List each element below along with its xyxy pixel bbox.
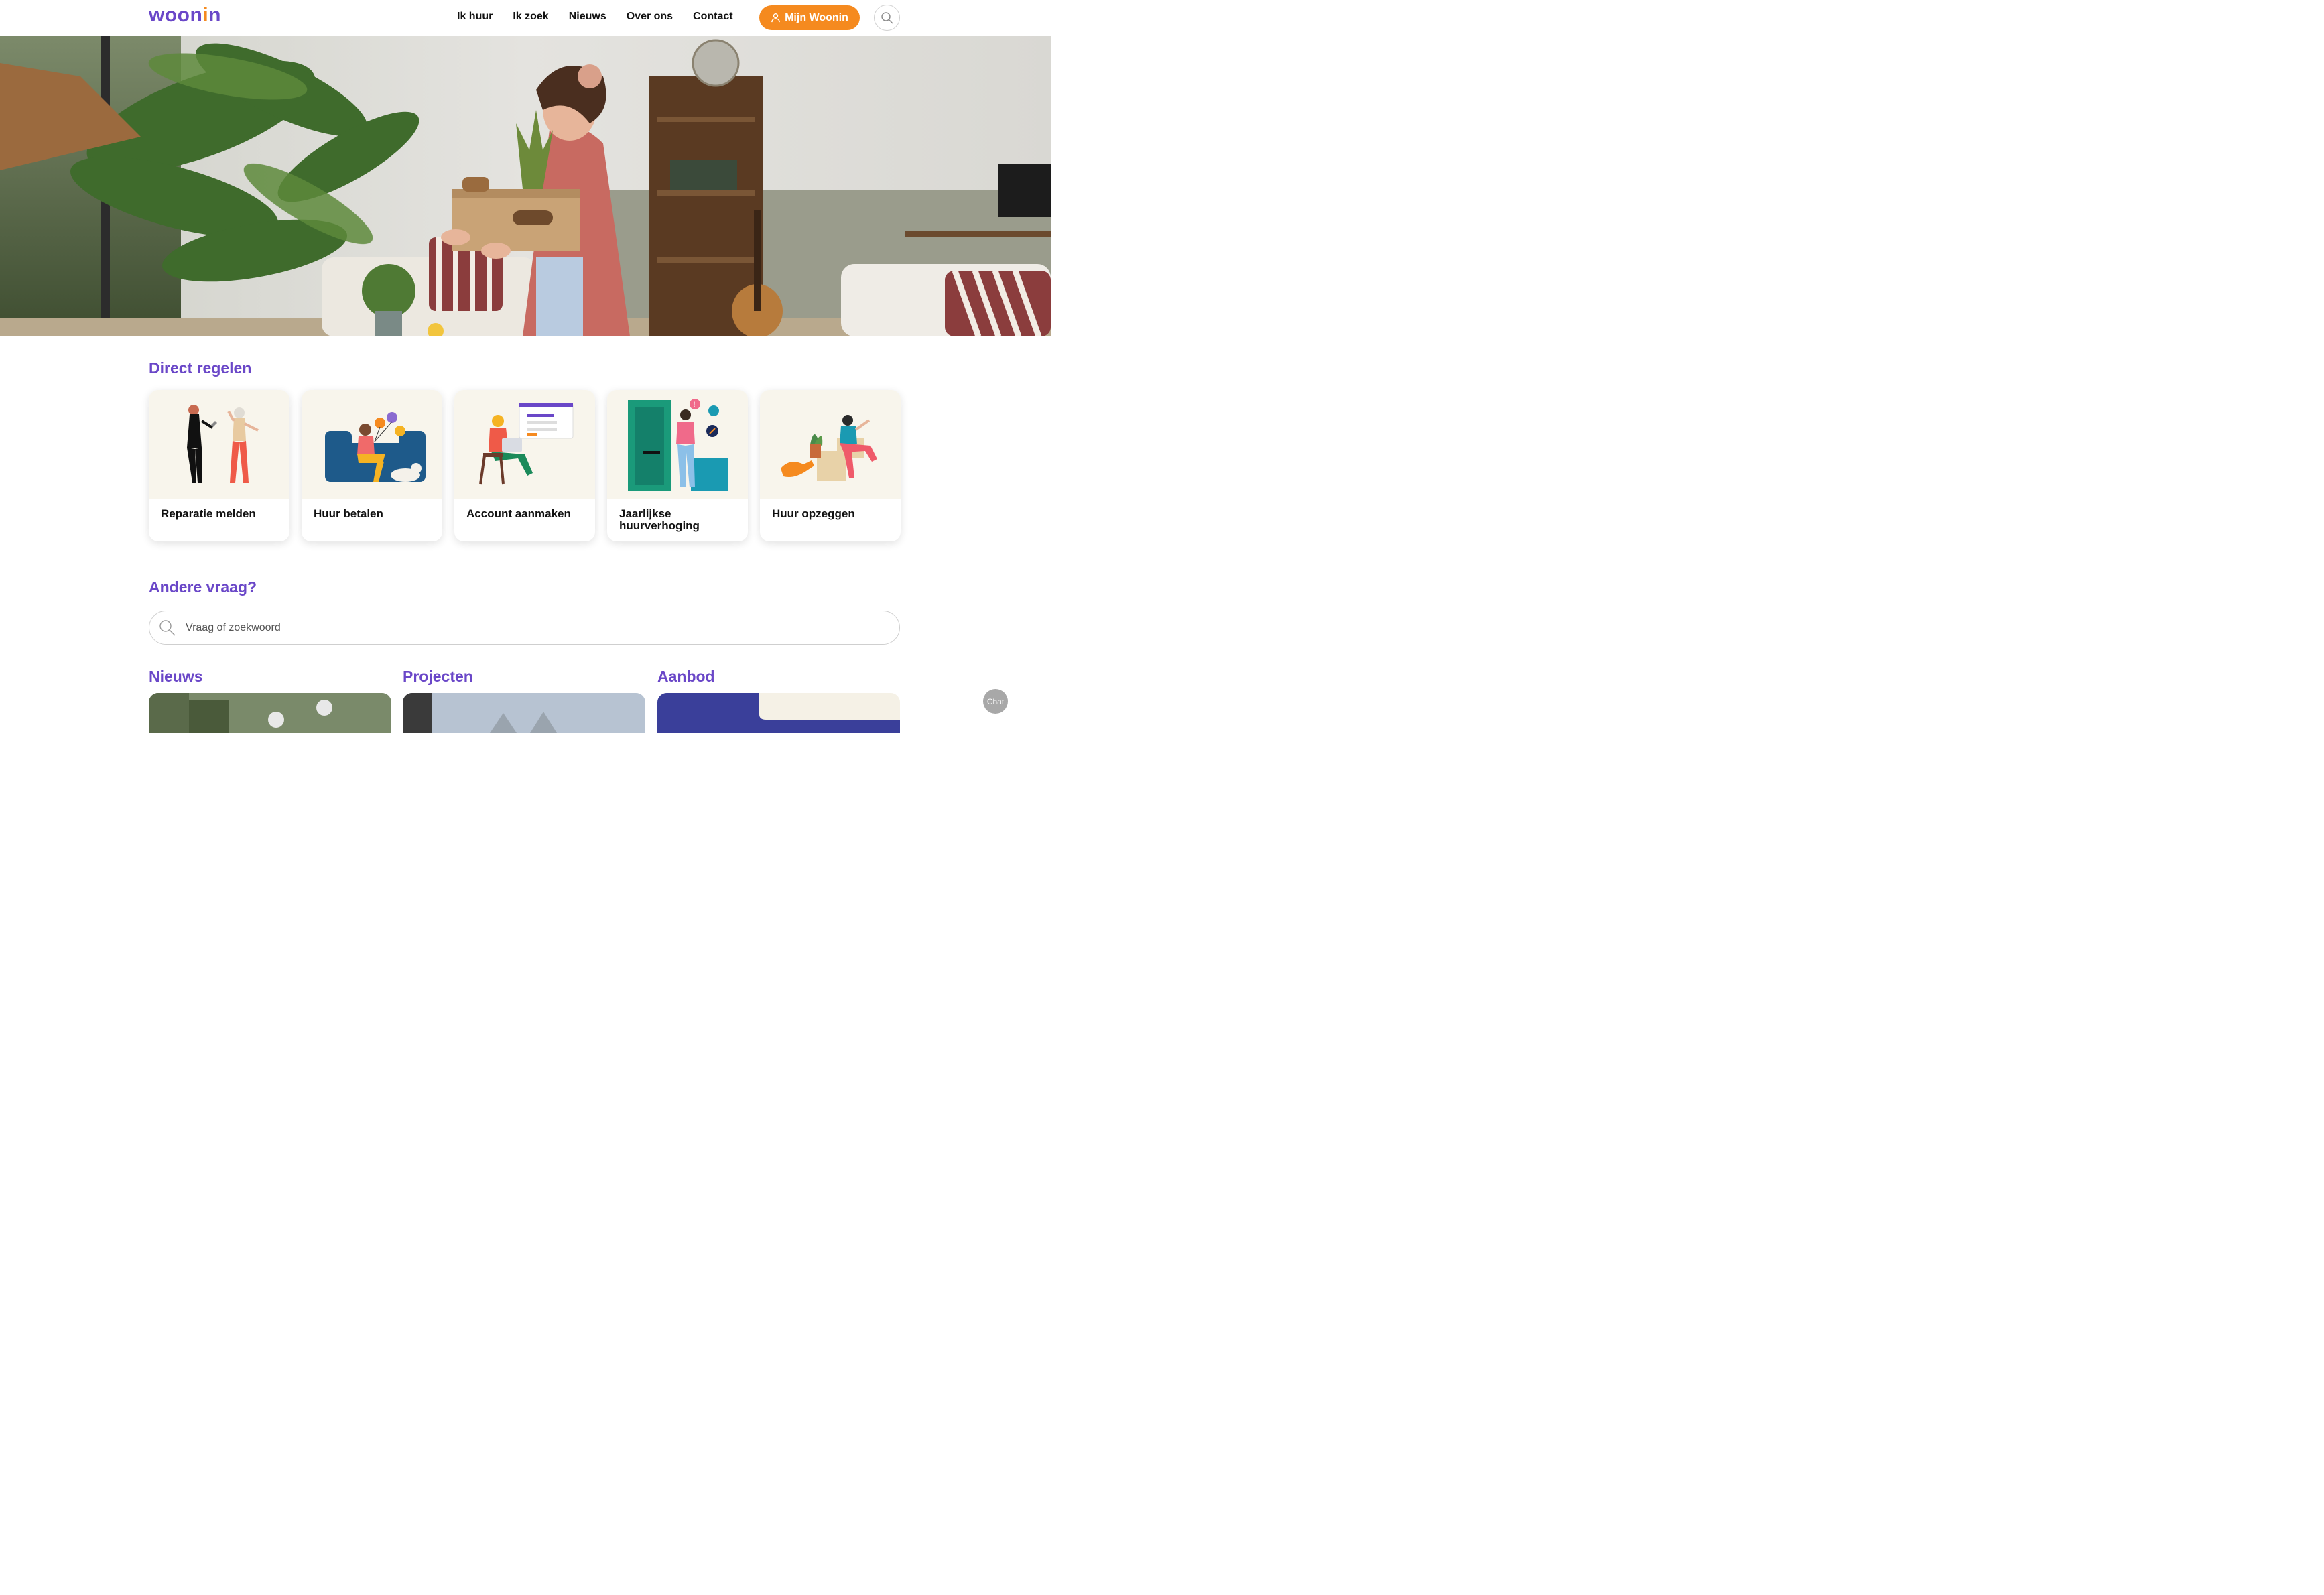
woonin-logo[interactable]: woonin <box>149 4 221 27</box>
nav-contact[interactable]: Contact <box>693 11 733 23</box>
svg-text:!: ! <box>693 401 696 409</box>
repair-illustration <box>149 390 289 499</box>
card-huur-opzeggen[interactable]: Huur opzeggen <box>760 390 901 541</box>
nieuws-title: Nieuws <box>149 667 203 685</box>
search-icon <box>881 11 893 23</box>
site-header: woonin Ik huur Ik zoek Nieuws Over ons C… <box>0 0 1051 36</box>
chat-button[interactable]: Chat <box>983 689 1008 714</box>
rent-increase-illustration: ! <box>607 390 748 499</box>
card-label: Huur betalen <box>314 507 383 520</box>
nav-over-ons[interactable]: Over ons <box>627 11 673 23</box>
card-reparatie-melden[interactable]: Reparatie melden <box>149 390 289 541</box>
project-card-image[interactable] <box>403 693 645 733</box>
mijn-woonin-button[interactable]: Mijn Woonin <box>759 5 860 30</box>
andere-vraag-title: Andere vraag? <box>149 578 257 596</box>
user-icon <box>771 13 780 23</box>
search-icon <box>159 619 176 635</box>
card-huur-betalen[interactable]: Huur betalen <box>302 390 442 541</box>
card-account-aanmaken[interactable]: Account aanmaken <box>454 390 595 541</box>
news-card-image[interactable] <box>149 693 391 733</box>
aanbod-title: Aanbod <box>657 667 715 685</box>
mijn-woonin-label: Mijn Woonin <box>785 11 848 23</box>
direct-cards: Reparatie melden Huur betalen Account aa… <box>149 390 901 541</box>
header-search-button[interactable] <box>874 5 900 31</box>
chat-label: Chat <box>986 696 1005 706</box>
main-nav: Ik huur Ik zoek Nieuws Over ons Contact <box>457 11 733 23</box>
projecten-title: Projecten <box>403 667 473 685</box>
card-label: Reparatie melden <box>161 507 256 520</box>
account-illustration <box>454 390 595 499</box>
question-search-input[interactable] <box>186 621 856 634</box>
nav-ik-zoek[interactable]: Ik zoek <box>513 11 548 23</box>
card-label: Jaarlijkse huurverhoging <box>619 507 700 532</box>
nav-nieuws[interactable]: Nieuws <box>569 11 606 23</box>
card-label: Huur opzeggen <box>772 507 855 520</box>
card-jaarlijkse-huurverhoging[interactable]: ! Jaarlijkse huurverhoging <box>607 390 748 541</box>
question-search-field[interactable] <box>149 611 900 645</box>
aanbod-card-image[interactable] <box>657 693 900 733</box>
nav-ik-huur[interactable]: Ik huur <box>457 11 493 23</box>
moving-illustration <box>760 390 901 499</box>
card-label: Account aanmaken <box>466 507 571 520</box>
payment-illustration <box>302 390 442 499</box>
direct-regelen-title: Direct regelen <box>149 359 252 377</box>
hero-image <box>0 36 1051 336</box>
